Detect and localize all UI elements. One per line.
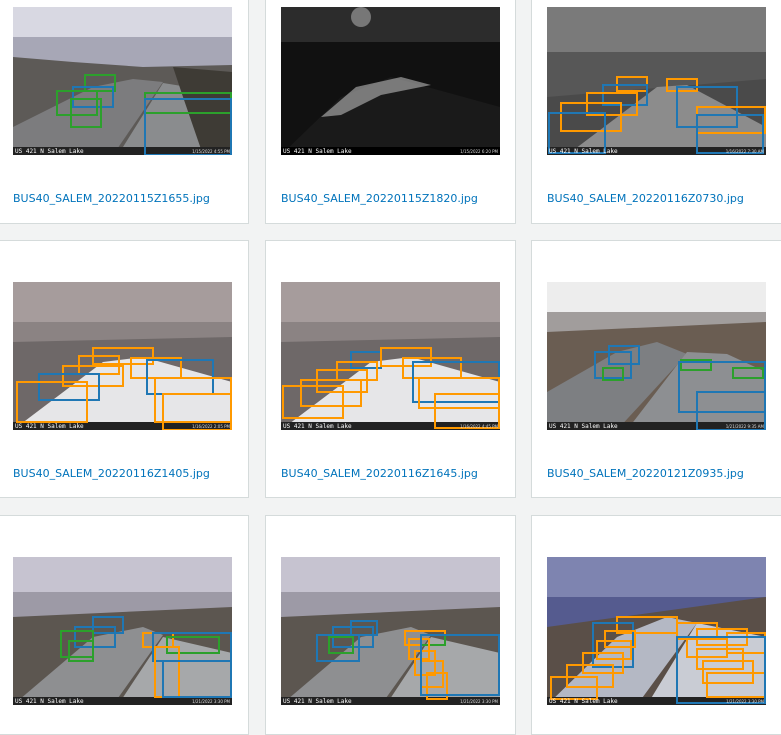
camera-image: US 421 N Salem Lake 1/16/2022 4:45 PM (281, 282, 500, 430)
thumbnail-image[interactable]: US 421 N Salem Lake 1/16/2022 7:30 AM (547, 7, 766, 155)
camera-caption: US 421 N Salem Lake (549, 148, 618, 155)
image-card: US 421 N Salem Lake 1/15/2022 4:55 PM BUS… (0, 0, 249, 224)
camera-timestamp: 1/16/2022 2:05 PM (192, 424, 230, 429)
image-card: US 421 N Salem Lake 1/16/2022 4:45 PM BUS… (265, 240, 516, 498)
camera-image: US 421 N Salem Lake 1/15/2022 4:55 PM (13, 7, 232, 155)
camera-timestamp: 1/21/2022 3:30 PM (460, 699, 498, 704)
camera-image: US 421 N Salem Lake 1/21/2022 3:30 PM (547, 557, 766, 705)
camera-image: US 421 N Salem Lake 1/16/2022 7:30 AM (547, 7, 766, 155)
image-filename-link[interactable]: BUS40_SALEM_20220115Z1820.jpg (281, 192, 478, 205)
camera-image: US 421 N Salem Lake 1/21/2022 9:35 AM (547, 282, 766, 430)
camera-timestamp: 1/15/2022 4:55 PM (192, 149, 230, 154)
camera-image: US 421 N Salem Lake 1/15/2022 6:20 PM (281, 7, 500, 155)
thumbnail-image[interactable]: US 421 N Salem Lake 1/15/2022 6:20 PM (281, 7, 500, 155)
image-filename-link[interactable]: BUS40_SALEM_20220121Z0935.jpg (547, 467, 744, 480)
camera-caption: US 421 N Salem Lake (283, 698, 352, 705)
image-filename-link[interactable]: BUS40_SALEM_20220115Z1655.jpg (13, 192, 210, 205)
image-filename-link[interactable]: BUS40_SALEM_20220116Z1405.jpg (13, 467, 210, 480)
camera-timestamp: 1/16/2022 4:45 PM (460, 424, 498, 429)
image-card: US 421 N Salem Lake 1/16/2022 2:05 PM BUS… (0, 240, 249, 498)
thumbnail-image[interactable]: US 421 N Salem Lake 1/21/2022 3:30 PM (547, 557, 766, 705)
camera-timestamp: 1/21/2022 3:30 PM (726, 699, 764, 704)
thumbnail-image[interactable]: US 421 N Salem Lake 1/15/2022 4:55 PM (13, 7, 232, 155)
camera-caption: US 421 N Salem Lake (15, 698, 84, 705)
camera-image: US 421 N Salem Lake 1/21/2022 3:30 PM (13, 557, 232, 705)
camera-caption: US 421 N Salem Lake (549, 698, 618, 705)
camera-timestamp: 1/21/2022 3:30 PM (192, 699, 230, 704)
camera-timestamp: 1/16/2022 7:30 AM (726, 149, 765, 154)
image-card: US 421 N Salem Lake 1/21/2022 9:35 AM BUS… (531, 240, 781, 498)
thumbnail-image[interactable]: US 421 N Salem Lake 1/21/2022 3:30 PM (281, 557, 500, 705)
image-card: US 421 N Salem Lake 1/16/2022 7:30 AM BUS… (531, 0, 781, 224)
camera-caption: US 421 N Salem Lake (283, 423, 352, 430)
camera-caption: US 421 N Salem Lake (15, 423, 84, 430)
camera-timestamp: 1/15/2022 6:20 PM (460, 149, 498, 154)
camera-timestamp: 1/21/2022 9:35 AM (726, 424, 765, 429)
image-card: US 421 N Salem Lake 1/21/2022 3:30 PM (0, 515, 249, 735)
camera-image: US 421 N Salem Lake 1/21/2022 3:30 PM (281, 557, 500, 705)
image-card: US 421 N Salem Lake 1/21/2022 3:30 PM (531, 515, 781, 735)
image-card: US 421 N Salem Lake 1/21/2022 3:30 PM (265, 515, 516, 735)
camera-image: US 421 N Salem Lake 1/16/2022 2:05 PM (13, 282, 232, 430)
camera-caption: US 421 N Salem Lake (549, 423, 618, 430)
thumbnail-image[interactable]: US 421 N Salem Lake 1/16/2022 4:45 PM (281, 282, 500, 430)
thumbnail-image[interactable]: US 421 N Salem Lake 1/21/2022 9:35 AM (547, 282, 766, 430)
thumbnail-image[interactable]: US 421 N Salem Lake 1/21/2022 3:30 PM (13, 557, 232, 705)
camera-caption: US 421 N Salem Lake (15, 148, 84, 155)
image-card: US 421 N Salem Lake 1/15/2022 6:20 PM BUS… (265, 0, 516, 224)
image-filename-link[interactable]: BUS40_SALEM_20220116Z0730.jpg (547, 192, 744, 205)
camera-caption: US 421 N Salem Lake (283, 148, 352, 155)
image-filename-link[interactable]: BUS40_SALEM_20220116Z1645.jpg (281, 467, 478, 480)
thumbnail-image[interactable]: US 421 N Salem Lake 1/16/2022 2:05 PM (13, 282, 232, 430)
